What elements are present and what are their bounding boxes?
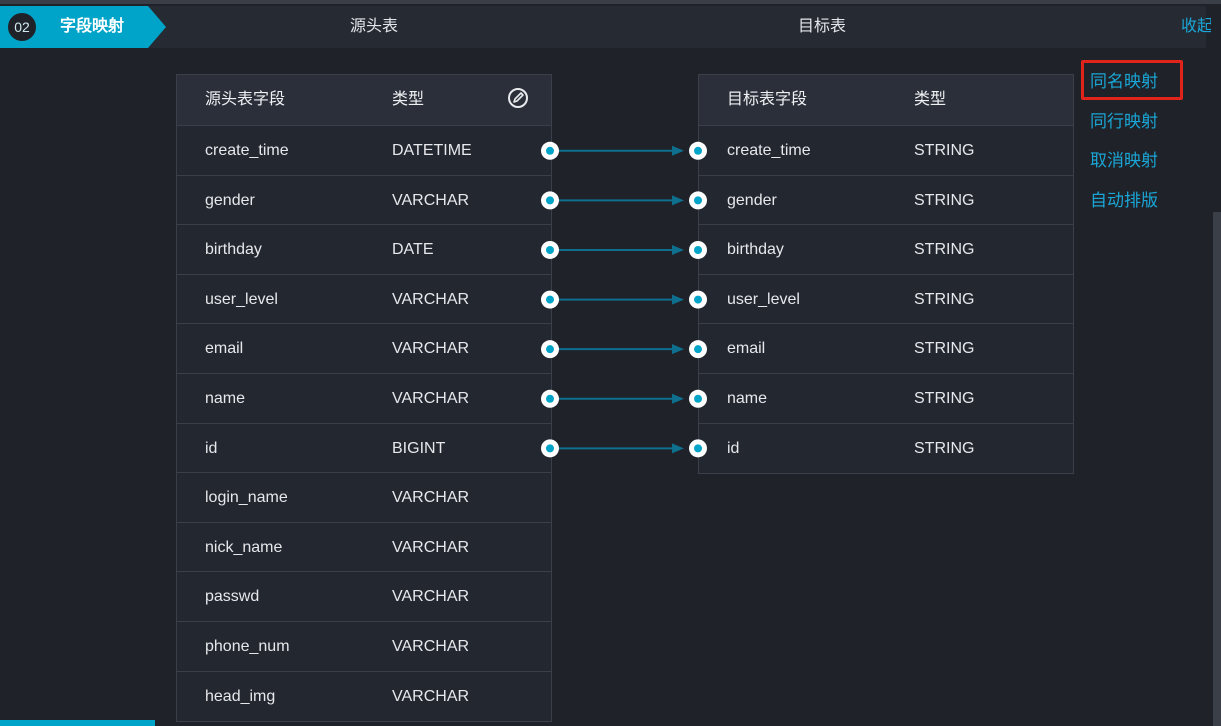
source-field-name: head_img	[205, 687, 276, 705]
target-row: create_time STRING	[699, 126, 1073, 176]
source-row: user_level VARCHAR	[177, 275, 551, 325]
source-field-type: BIGINT	[392, 439, 446, 457]
target-field-type: STRING	[914, 142, 975, 159]
source-field-name: nick_name	[205, 538, 283, 556]
source-field-name: phone_num	[205, 637, 290, 655]
source-field-type: VARCHAR	[392, 687, 470, 705]
source-field-name: name	[205, 389, 246, 407]
source-type-header: 类型	[392, 91, 425, 108]
source-row: create_time DATETIME	[177, 126, 551, 176]
source-field-name: email	[205, 340, 244, 358]
target-field-name: email	[727, 340, 766, 358]
source-row: passwd VARCHAR	[177, 572, 551, 622]
source-row: login_name VARCHAR	[177, 473, 551, 523]
target-type-header: 类型	[914, 91, 947, 108]
top-border	[0, 0, 1221, 4]
source-row: email VARCHAR	[177, 324, 551, 374]
source-field-type: VARCHAR	[392, 637, 470, 655]
source-field-type: VARCHAR	[392, 389, 470, 407]
edit-pen-icon[interactable]	[507, 87, 529, 109]
source-field-name: gender	[205, 191, 255, 209]
arrow-icon	[672, 393, 684, 404]
same-row-mapping-button[interactable]: 同行映射	[1090, 102, 1158, 142]
source-field-name: login_name	[205, 489, 288, 507]
arrow-icon	[672, 195, 684, 206]
arrow-icon	[672, 145, 684, 156]
target-row: id STRING	[699, 424, 1073, 474]
step-number: 02	[6, 11, 38, 43]
target-field-type: STRING	[914, 241, 975, 259]
arrow-icon	[672, 443, 684, 454]
target-field-name: birthday	[727, 241, 784, 259]
target-row: gender STRING	[699, 176, 1073, 226]
target-table-header: 目标表字段 类型	[699, 75, 1073, 126]
target-field-type: STRING	[914, 389, 975, 407]
target-row: birthday STRING	[699, 225, 1073, 275]
source-field-name: create_time	[205, 142, 289, 159]
source-row: gender VARCHAR	[177, 176, 551, 226]
arrow-icon	[672, 294, 684, 305]
target-field-type: STRING	[914, 439, 975, 457]
target-field-type: STRING	[914, 191, 975, 209]
source-row: birthday DATE	[177, 225, 551, 275]
mapping-header: 02 字段映射 源头表 目标表 收起	[0, 6, 1211, 48]
source-table-header: 源头表字段 类型	[177, 75, 551, 126]
source-field-type: VARCHAR	[392, 191, 470, 209]
target-field-name: user_level	[727, 290, 800, 308]
auto-layout-button[interactable]: 自动排版	[1090, 181, 1158, 221]
target-table: 目标表字段 类型 create_time STRING gender STRING bi…	[698, 74, 1074, 475]
target-field-header: 目标表字段	[727, 91, 808, 108]
target-row: email STRING	[699, 324, 1073, 374]
target-field-name: gender	[727, 191, 777, 209]
collapse-button[interactable]: 收起	[1181, 6, 1211, 48]
source-field-name: id	[205, 439, 218, 457]
step-badge: 02 字段映射	[0, 6, 166, 48]
source-field-header: 源头表字段	[205, 91, 286, 108]
progress-bar	[0, 720, 155, 726]
source-field-type: VARCHAR	[392, 290, 470, 308]
source-field-type: DATE	[392, 241, 434, 259]
target-table-title: 目标表	[798, 18, 847, 35]
source-field-name: birthday	[205, 241, 262, 259]
same-name-mapping-button[interactable]: 同名映射	[1090, 62, 1158, 102]
source-row: name VARCHAR	[177, 374, 551, 424]
scrollbar[interactable]	[1213, 212, 1221, 726]
source-table: 源头表字段 类型 create_time DATETIME gender VARCHA…	[176, 74, 552, 723]
source-row: head_img VARCHAR	[177, 672, 551, 722]
source-field-name: passwd	[205, 588, 260, 606]
target-row: name STRING	[699, 374, 1073, 424]
source-field-type: DATETIME	[392, 142, 472, 159]
source-table-title: 源头表	[350, 18, 399, 35]
target-field-name: id	[727, 439, 740, 457]
source-row: nick_name VARCHAR	[177, 523, 551, 573]
source-field-type: VARCHAR	[392, 489, 470, 507]
source-field-name: user_level	[205, 290, 278, 308]
mapping-actions: 同名映射 同行映射 取消映射 自动排版	[1090, 62, 1158, 220]
source-field-type: VARCHAR	[392, 588, 470, 606]
step-label: 字段映射	[60, 18, 125, 35]
source-field-type: VARCHAR	[392, 538, 470, 556]
arrow-icon	[672, 244, 684, 255]
target-field-name: name	[727, 389, 768, 407]
arrow-icon	[672, 344, 684, 355]
cancel-mapping-button[interactable]: 取消映射	[1090, 141, 1158, 181]
target-field-type: STRING	[914, 340, 975, 358]
source-field-type: VARCHAR	[392, 340, 470, 358]
source-row: id BIGINT	[177, 424, 551, 474]
target-field-name: create_time	[727, 142, 811, 159]
target-row: user_level STRING	[699, 275, 1073, 325]
target-field-type: STRING	[914, 290, 975, 308]
source-row: phone_num VARCHAR	[177, 622, 551, 672]
